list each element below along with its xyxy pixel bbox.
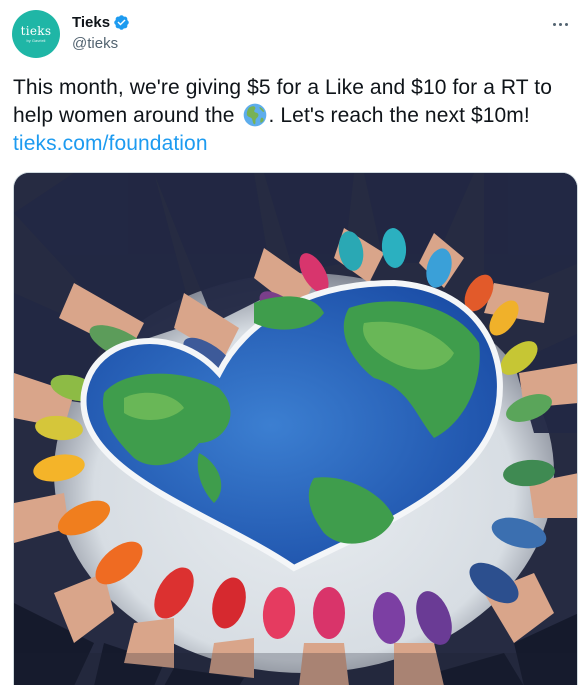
tweet-text: This month, we're giving $5 for a Like a… [13,74,578,158]
author-name-row: Tieks [72,14,130,31]
avatar-logo-subtext: by Gavrieli [26,38,46,43]
avatar[interactable]: tieks by Gavrieli [12,10,60,58]
verified-badge-icon [114,15,129,30]
globe-americas-icon [243,103,266,127]
tweet-text-part2: . Let's reach the next $10m! [268,104,530,127]
foundation-link[interactable]: tieks.com/foundation [13,132,208,155]
heart-globe-photo [14,173,577,685]
tweet-media-image[interactable] [13,172,578,685]
tweet-card: tieks by Gavrieli Tieks @tieks This mont… [0,0,586,685]
more-options-icon[interactable] [548,12,572,36]
author-handle[interactable]: @tieks [72,35,118,52]
author-display-name[interactable]: Tieks [72,14,110,31]
avatar-logo-text: tieks [20,24,52,38]
